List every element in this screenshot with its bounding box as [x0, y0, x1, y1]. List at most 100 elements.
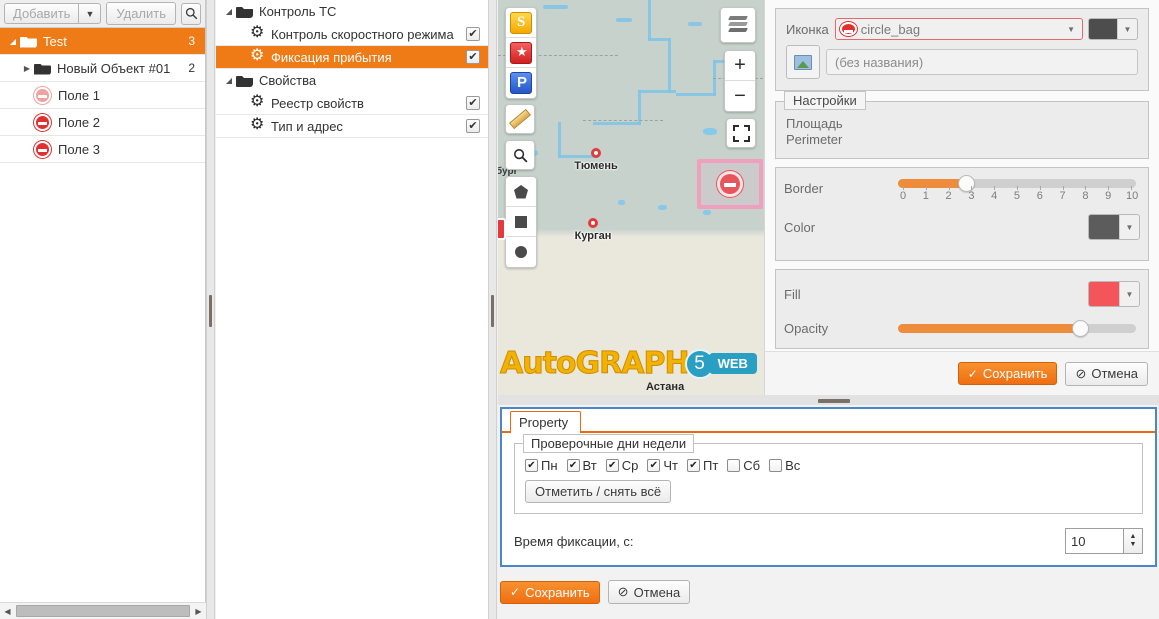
weekdays-legend: Проверочные дни недели	[523, 434, 695, 453]
choose-image-button[interactable]	[786, 45, 820, 79]
city-dot-icon	[588, 218, 598, 228]
tree-row[interactable]: Поле 2	[0, 109, 205, 136]
tree-row[interactable]: Фиксация прибытия ✔	[216, 46, 488, 69]
cancel-button[interactable]: ⊘ Отмена	[607, 580, 691, 604]
twisty-icon[interactable]: ◢	[222, 7, 236, 16]
chevron-down-icon[interactable]: ▼	[1119, 215, 1139, 239]
stepper-arrows[interactable]: ▲ ▼	[1123, 528, 1143, 554]
splitter-grip[interactable]	[491, 295, 494, 327]
vertical-splitter-right[interactable]	[488, 0, 497, 619]
fix-time-stepper[interactable]: ▲ ▼	[1065, 528, 1143, 554]
add-button[interactable]: Добавить	[4, 3, 79, 24]
border-color-picker[interactable]: ▼	[1088, 214, 1140, 240]
icon-name-input[interactable]: (без названия)	[826, 49, 1138, 75]
vertical-splitter-left[interactable]	[206, 0, 215, 619]
twisty-icon[interactable]: ◢	[222, 76, 236, 85]
tree-row-checkbox[interactable]: ✔	[466, 119, 480, 133]
add-split-button[interactable]: Добавить ▼	[4, 3, 102, 24]
fix-time-label: Время фиксации, с:	[514, 533, 634, 549]
checkbox-icon[interactable]: ✔	[647, 459, 661, 472]
weekday-label: Чт	[663, 458, 678, 473]
search-button[interactable]	[181, 2, 201, 25]
check-icon: ✓	[510, 585, 521, 599]
checkbox-icon[interactable]: ✔	[525, 459, 538, 472]
no-entry-icon	[34, 113, 51, 131]
slider-knob[interactable]	[1071, 320, 1089, 337]
settings-fieldset: Настройки Площадь Perimeter	[775, 91, 1149, 159]
chevron-down-icon[interactable]: ▼	[1117, 19, 1137, 39]
scroll-right-arrow[interactable]: ▶	[191, 607, 206, 616]
tick-label: 7	[1059, 186, 1066, 202]
tree-row[interactable]: ▶ Новый Объект #01 2	[0, 55, 205, 82]
tree-row[interactable]: ◢ Test 3	[0, 28, 205, 55]
layers-button[interactable]	[720, 7, 756, 43]
pentagon-tool-button[interactable]	[506, 177, 536, 207]
weekday-checkbox-sun[interactable]: Вс	[769, 458, 800, 473]
stepper-down-icon[interactable]: ▼	[1130, 541, 1137, 549]
weekday-checkbox-wed[interactable]: ✔ Ср	[605, 458, 638, 473]
weekday-checkbox-sat[interactable]: Сб	[727, 458, 760, 473]
checkbox-icon[interactable]: ✔	[566, 459, 580, 472]
twisty-icon[interactable]: ▶	[20, 64, 34, 73]
checkbox-icon[interactable]	[727, 459, 741, 472]
tab-property[interactable]: Property	[510, 411, 582, 433]
tree-row[interactable]: ◢ Контроль ТС	[216, 0, 488, 23]
zoom-in-button[interactable]: +	[725, 51, 755, 81]
route-tool-button[interactable]	[506, 8, 536, 38]
tree-row-checkbox[interactable]: ✔	[466, 96, 480, 110]
cancel-button[interactable]: ⊘ Отмена	[1065, 361, 1148, 386]
chevron-down-icon[interactable]: ▼	[1062, 25, 1080, 34]
fill-color-swatch[interactable]	[1089, 282, 1119, 306]
map-search-button[interactable]	[505, 140, 535, 170]
map-view[interactable]: бург Тюмень Курган S ★ P + − AutoGRAPH 5…	[498, 0, 764, 395]
weekday-checkbox-mon[interactable]: ✔ Пн	[525, 458, 558, 473]
fullscreen-button[interactable]	[726, 118, 756, 148]
twisty-icon[interactable]: ◢	[6, 37, 20, 46]
splitter-grip[interactable]	[818, 399, 850, 403]
river-line	[616, 18, 632, 22]
checkbox-icon[interactable]: ✔	[686, 459, 700, 472]
splitter-grip[interactable]	[209, 295, 212, 327]
weekday-checkbox-tue[interactable]: ✔ Вт	[566, 458, 597, 473]
chevron-down-icon[interactable]: ▼	[1119, 282, 1139, 306]
tree-row-checkbox[interactable]: ✔	[466, 27, 480, 41]
tree-row[interactable]: Поле 1	[0, 82, 205, 109]
border-tick-labels: 0 1 2 3 4 5 6 7 8 9 10	[898, 186, 1138, 202]
checkbox-icon[interactable]	[769, 459, 783, 472]
circle-tool-button[interactable]	[506, 237, 536, 267]
parking-tool-button[interactable]	[506, 68, 536, 98]
opacity-slider[interactable]	[898, 320, 1136, 337]
icon-select[interactable]: circle_bag ▼	[834, 18, 1083, 40]
slider-track[interactable]	[898, 320, 1136, 337]
scroll-left-arrow[interactable]: ◀	[0, 607, 15, 616]
border-color-swatch[interactable]	[1089, 215, 1119, 239]
tree-row-checkbox[interactable]: ✔	[466, 50, 480, 64]
save-button[interactable]: ✓ Сохранить	[500, 580, 600, 604]
stepper-up-icon[interactable]: ▲	[1130, 533, 1137, 541]
left-horizontal-scrollbar[interactable]: ◀ ▶	[0, 602, 206, 619]
add-dropdown-arrow[interactable]: ▼	[78, 3, 102, 24]
tree-row[interactable]: Контроль скоростного режима ✔	[216, 23, 488, 46]
tree-row[interactable]: Поле 3	[0, 136, 205, 163]
tree-row[interactable]: Реестр свойств ✔	[216, 92, 488, 115]
icon-color-picker[interactable]: ▼	[1088, 18, 1138, 40]
toggle-all-days-button[interactable]: Отметить / снять всё	[525, 480, 672, 503]
no-entry-map-marker[interactable]	[717, 171, 743, 197]
weekday-checkbox-thu[interactable]: ✔ Чт	[647, 458, 678, 473]
weekday-checkbox-fri[interactable]: ✔ Пт	[686, 458, 718, 473]
tree-row[interactable]: Тип и адрес ✔	[216, 115, 488, 138]
checkbox-icon[interactable]: ✔	[605, 459, 619, 472]
border-slider[interactable]: 0 1 2 3 4 5 6 7 8 9 10	[898, 175, 1138, 202]
square-tool-button[interactable]	[506, 207, 536, 237]
river-line	[593, 122, 641, 125]
scroll-thumb[interactable]	[16, 605, 190, 617]
icon-color-swatch[interactable]	[1089, 19, 1117, 39]
tree-row[interactable]: ◢ Свойства	[216, 69, 488, 92]
zoom-out-button[interactable]: −	[725, 81, 755, 111]
save-button[interactable]: ✓ Сохранить	[957, 362, 1058, 385]
ruler-tool-button[interactable]	[505, 104, 535, 134]
fix-time-input[interactable]	[1065, 528, 1123, 554]
fill-color-picker[interactable]: ▼	[1088, 281, 1140, 307]
delete-button[interactable]: Удалить	[106, 2, 177, 25]
poi-tool-button[interactable]	[506, 38, 536, 68]
